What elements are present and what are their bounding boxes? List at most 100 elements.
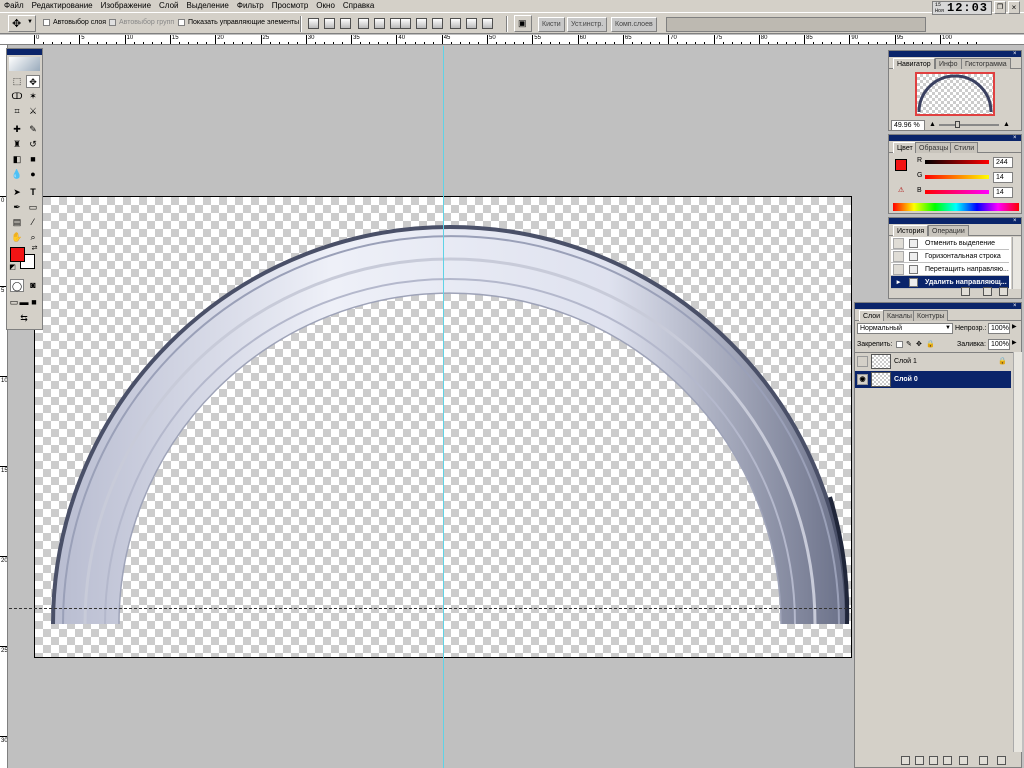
list-item[interactable]: Отменить выделение bbox=[891, 237, 1009, 250]
pen-tool-icon[interactable]: ✒ bbox=[10, 201, 24, 214]
g-slider[interactable] bbox=[925, 175, 989, 179]
default-colors-icon[interactable]: ◩ bbox=[8, 263, 17, 272]
show-controls-checkbox[interactable] bbox=[178, 19, 185, 26]
menu-file[interactable]: Файл bbox=[0, 0, 28, 12]
align-hcenter-icon[interactable] bbox=[374, 18, 385, 29]
well-tab-brushes[interactable]: Кисти bbox=[538, 17, 565, 32]
slice-tool-icon[interactable]: ⚔ bbox=[26, 105, 40, 118]
distribute-right-icon[interactable] bbox=[482, 18, 493, 29]
window-restore-button[interactable]: ❐ bbox=[994, 1, 1006, 14]
tab-swatches[interactable]: Образцы bbox=[915, 142, 953, 153]
swap-colors-icon[interactable]: ⇄ bbox=[30, 244, 39, 253]
new-document-from-state-icon[interactable] bbox=[961, 287, 970, 296]
healing-brush-tool-icon[interactable]: ✚ bbox=[10, 123, 24, 136]
magic-wand-tool-icon[interactable]: ✶ bbox=[26, 90, 40, 103]
tab-history[interactable]: История bbox=[893, 225, 929, 236]
history-source-checkbox[interactable] bbox=[893, 251, 904, 262]
zoom-tool-icon[interactable]: ⌕ bbox=[26, 231, 40, 244]
lock-transparency-checkbox[interactable] bbox=[896, 341, 903, 348]
shape-tool-icon[interactable]: ▭ bbox=[26, 201, 40, 214]
link-layers-icon[interactable] bbox=[901, 756, 910, 765]
layer-name[interactable]: Слой 1 bbox=[894, 353, 917, 370]
color-ramp[interactable] bbox=[893, 203, 1019, 211]
history-source-checkbox[interactable] bbox=[893, 264, 904, 275]
foreground-color-swatch[interactable] bbox=[10, 247, 25, 262]
history-source-checkbox[interactable] bbox=[893, 238, 904, 249]
window-close-button[interactable]: × bbox=[1008, 1, 1020, 14]
menu-window[interactable]: Окно bbox=[312, 0, 339, 12]
imageready-jump-icon[interactable]: ⇆ bbox=[10, 312, 38, 325]
toolbox-title-bar[interactable] bbox=[7, 49, 42, 55]
history-scrollbar[interactable] bbox=[1012, 237, 1021, 289]
blur-tool-icon[interactable]: 💧 bbox=[10, 168, 24, 181]
tab-paths[interactable]: Контуры bbox=[913, 310, 949, 321]
move-tool-icon[interactable]: ✥ bbox=[26, 75, 40, 88]
color-fg-swatch[interactable] bbox=[895, 159, 907, 171]
screen-mode-full-icon[interactable]: ■ bbox=[29, 296, 39, 309]
dodge-tool-icon[interactable]: ● bbox=[26, 168, 40, 181]
menu-image[interactable]: Изображение bbox=[97, 0, 155, 12]
screen-mode-standard-icon[interactable]: ▭ bbox=[9, 296, 19, 309]
distribute-bottom-icon[interactable] bbox=[432, 18, 443, 29]
zoom-out-icon[interactable]: ▲ bbox=[929, 120, 936, 129]
type-tool-icon[interactable]: T bbox=[26, 186, 40, 199]
guide-vertical[interactable] bbox=[443, 46, 444, 768]
crop-tool-icon[interactable]: ⌗ bbox=[10, 105, 24, 118]
r-value[interactable]: 244 bbox=[993, 157, 1013, 168]
well-tab-tool-presets[interactable]: Уст.инстр. bbox=[567, 17, 608, 32]
r-slider[interactable] bbox=[925, 160, 989, 164]
gamut-warning-icon[interactable]: ⚠ bbox=[898, 186, 904, 195]
distribute-top-icon[interactable] bbox=[400, 18, 411, 29]
tab-channels[interactable]: Каналы bbox=[883, 310, 916, 321]
adjustment-layer-icon[interactable] bbox=[943, 756, 952, 765]
list-item[interactable]: Перетащить направляю... bbox=[891, 263, 1009, 276]
fill-field[interactable]: 100% bbox=[988, 339, 1010, 350]
opacity-arrow-icon[interactable]: ▶ bbox=[1012, 323, 1017, 332]
gradient-tool-icon[interactable]: ■ bbox=[26, 153, 40, 166]
path-selection-tool-icon[interactable]: ➤ bbox=[10, 186, 24, 199]
align-vcenter-icon[interactable] bbox=[324, 18, 335, 29]
menu-filter[interactable]: Фильтр bbox=[233, 0, 268, 12]
tab-info[interactable]: Инфо bbox=[935, 58, 962, 69]
history-brush-tool-icon[interactable]: ↺ bbox=[26, 138, 40, 151]
palette-well-button[interactable]: ▣ bbox=[514, 15, 532, 32]
guide-horizontal[interactable] bbox=[9, 608, 852, 609]
distribute-left-icon[interactable] bbox=[450, 18, 461, 29]
lock-position-icon[interactable]: ✥ bbox=[916, 340, 922, 349]
align-top-icon[interactable] bbox=[308, 18, 319, 29]
zoom-slider-handle[interactable] bbox=[955, 121, 960, 128]
fill-arrow-icon[interactable]: ▶ bbox=[1012, 339, 1017, 348]
trash-icon[interactable] bbox=[999, 287, 1008, 296]
well-tab-layer-comps[interactable]: Комп.слоев bbox=[611, 17, 657, 32]
b-value[interactable]: 14 bbox=[993, 187, 1013, 198]
quick-mask-mode-icon[interactable]: ◙ bbox=[26, 279, 40, 292]
g-value[interactable]: 14 bbox=[993, 172, 1013, 183]
lock-all-icon[interactable]: 🔒 bbox=[926, 340, 935, 349]
hand-tool-icon[interactable]: ✋ bbox=[10, 231, 24, 244]
distribute-hcenter-icon[interactable] bbox=[466, 18, 477, 29]
navigator-preview[interactable] bbox=[915, 72, 995, 116]
notes-tool-icon[interactable]: ▤ bbox=[10, 216, 24, 229]
zoom-field[interactable]: 49.96 % bbox=[891, 120, 925, 131]
layer-mask-icon[interactable] bbox=[929, 756, 938, 765]
new-snapshot-icon[interactable] bbox=[983, 287, 992, 296]
history-state-marker-icon[interactable]: ▸ bbox=[893, 277, 904, 288]
tool-preset-picker[interactable]: ✥ ▼ bbox=[8, 15, 36, 32]
trash-icon[interactable] bbox=[997, 756, 1006, 765]
layer-row[interactable]: ◉ Слой 0 bbox=[855, 371, 1011, 388]
menu-layer[interactable]: Слой bbox=[155, 0, 182, 12]
zoom-slider[interactable] bbox=[939, 124, 999, 126]
blend-mode-select[interactable]: Нормальный ▼ bbox=[857, 323, 953, 334]
layer-style-icon[interactable] bbox=[915, 756, 924, 765]
align-bottom-icon[interactable] bbox=[340, 18, 351, 29]
standard-mode-icon[interactable]: ◯ bbox=[10, 279, 24, 292]
layer-row[interactable]: Слой 1 🔒 bbox=[855, 353, 1011, 370]
lasso-tool-icon[interactable]: ↀ bbox=[10, 90, 24, 103]
new-group-icon[interactable] bbox=[959, 756, 968, 765]
new-layer-icon[interactable] bbox=[979, 756, 988, 765]
tab-layers[interactable]: Слои bbox=[859, 310, 885, 321]
opacity-field[interactable]: 100% bbox=[988, 323, 1010, 334]
clone-stamp-tool-icon[interactable]: ♜ bbox=[10, 138, 24, 151]
distribute-vcenter-icon[interactable] bbox=[416, 18, 427, 29]
screen-mode-menu-icon[interactable]: ▬ bbox=[19, 296, 29, 309]
